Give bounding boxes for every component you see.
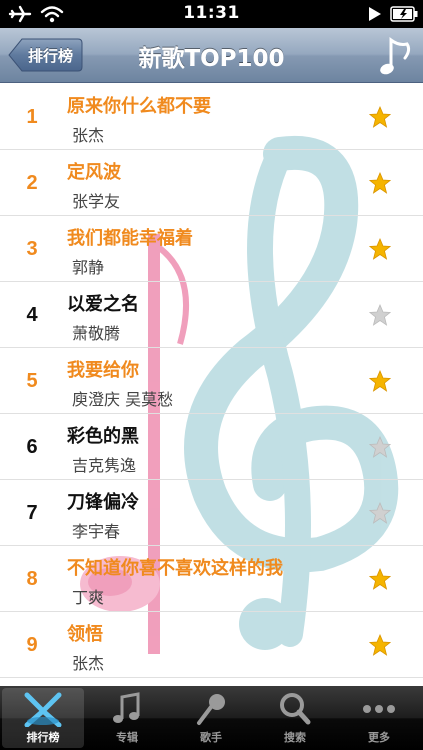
more-icon xyxy=(363,705,395,713)
star-icon[interactable] xyxy=(369,304,391,326)
artist-name: 张学友 xyxy=(72,192,121,211)
tab-label: 排行榜 xyxy=(26,731,60,744)
rank-number: 8 xyxy=(26,567,38,590)
tab-albums[interactable]: 专辑 xyxy=(86,688,168,748)
clock: 11:31 xyxy=(183,3,240,23)
list-item[interactable]: 7 刀锋偏冷 李宇春 xyxy=(0,480,423,546)
music-note-icon[interactable] xyxy=(379,36,413,76)
search-icon xyxy=(280,693,311,725)
list-item[interactable]: 3 我们都能幸福着 郭静 xyxy=(0,216,423,282)
star-icon[interactable] xyxy=(369,172,391,194)
artist-name: 吉克隽逸 xyxy=(72,456,137,475)
chart-icon xyxy=(24,692,62,727)
song-title: 领悟 xyxy=(67,624,103,645)
page-title: 新歌TOP100 xyxy=(138,45,285,72)
tab-more[interactable]: 更多 xyxy=(338,688,420,748)
rank-number: 7 xyxy=(26,501,38,524)
tab-charts[interactable]: 排行榜 xyxy=(2,688,84,748)
list-item[interactable]: 8 不知道你喜不喜欢这样的我 丁爽 xyxy=(0,546,423,612)
rank-number: 5 xyxy=(26,369,38,392)
star-icon[interactable] xyxy=(369,436,391,458)
star-icon[interactable] xyxy=(369,370,391,392)
song-title: 以爱之名 xyxy=(67,294,139,315)
artist-name: 丁爽 xyxy=(72,588,105,607)
star-icon[interactable] xyxy=(369,568,391,590)
list-item[interactable]: 9 领悟 张杰 xyxy=(0,612,423,678)
artist-name: 李宇春 xyxy=(72,522,121,541)
song-title: 彩色的黑 xyxy=(67,426,139,447)
music-note-icon xyxy=(113,692,140,723)
rank-number: 9 xyxy=(26,633,38,656)
tab-label: 歌手 xyxy=(200,731,222,744)
star-icon[interactable] xyxy=(369,634,391,656)
artist-name: 萧敬腾 xyxy=(72,324,121,343)
battery-icon xyxy=(390,6,418,22)
song-title: 我们都能幸福着 xyxy=(67,228,193,249)
tab-search[interactable]: 搜索 xyxy=(254,688,336,748)
song-title: 我要给你 xyxy=(67,360,139,381)
song-title: 定风波 xyxy=(67,162,121,183)
microphone-icon xyxy=(197,694,225,725)
tab-label: 搜索 xyxy=(284,731,306,744)
artist-name: 张杰 xyxy=(72,126,105,145)
list-item[interactable]: 1 原来你什么都不要 张杰 xyxy=(0,84,423,150)
artist-name: 郭静 xyxy=(72,258,105,277)
back-button[interactable]: 排行榜 xyxy=(8,38,83,72)
song-title: 不知道你喜不喜欢这样的我 xyxy=(67,558,283,579)
tab-label: 专辑 xyxy=(116,731,138,744)
star-icon[interactable] xyxy=(369,238,391,260)
tab-singers[interactable]: 歌手 xyxy=(170,688,252,748)
rank-number: 1 xyxy=(26,105,38,128)
artist-name: 张杰 xyxy=(72,654,105,673)
list-item[interactable]: 5 我要给你 庾澄庆 吴莫愁 xyxy=(0,348,423,414)
rank-number: 4 xyxy=(26,303,38,326)
song-list[interactable]: 1 原来你什么都不要 张杰 2 定风波 张学友 3 我们都能幸福着 郭静 4 以… xyxy=(0,84,423,686)
star-icon[interactable] xyxy=(369,106,391,128)
artist-name: 庾澄庆 吴莫愁 xyxy=(72,390,174,409)
navigation-bar: 排行榜 新歌TOP100 xyxy=(0,28,423,83)
rank-number: 2 xyxy=(26,171,38,194)
tab-bar: 排行榜 专辑 歌手 搜索 更多 xyxy=(0,686,423,750)
list-item[interactable]: 6 彩色的黑 吉克隽逸 xyxy=(0,414,423,480)
back-button-label: 排行榜 xyxy=(27,46,73,65)
play-icon xyxy=(369,7,381,21)
rank-number: 6 xyxy=(26,435,38,458)
song-title: 原来你什么都不要 xyxy=(67,96,211,117)
song-title: 刀锋偏冷 xyxy=(67,492,139,513)
star-icon[interactable] xyxy=(369,502,391,524)
tab-label: 更多 xyxy=(368,731,390,744)
rank-number: 3 xyxy=(26,237,38,260)
status-bar: 11:31 xyxy=(0,0,423,28)
list-item[interactable]: 2 定风波 张学友 xyxy=(0,150,423,216)
list-item[interactable]: 4 以爱之名 萧敬腾 xyxy=(0,282,423,348)
